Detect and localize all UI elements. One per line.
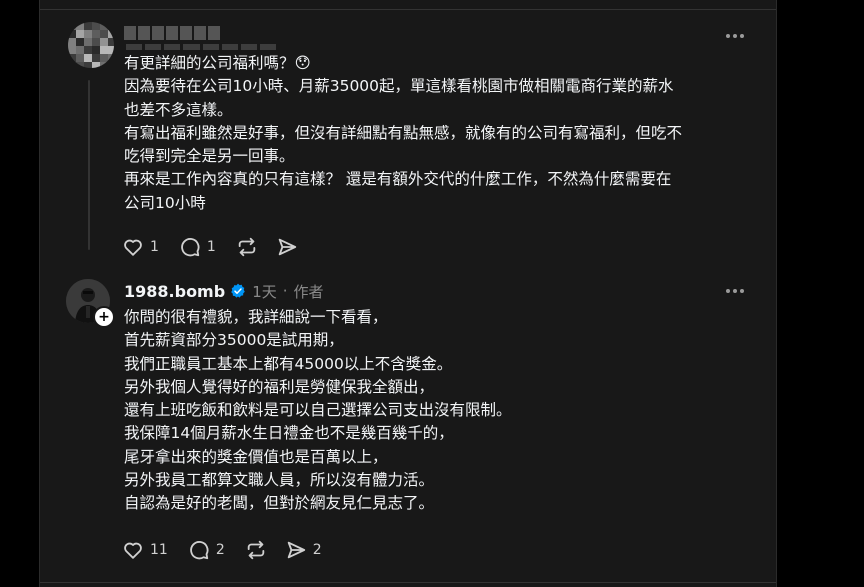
comment-line: 因為要待在公司10小時、月薪35000起，單這樣看桃園市做相關電商行業的薪水 [124, 77, 674, 96]
like-count: 1 [150, 239, 159, 255]
heart-icon [124, 542, 142, 559]
comment-line: 自認為是好的老闆，但對於網友見仁見志了。 [124, 494, 435, 513]
avatar-pixel [84, 38, 92, 46]
avatar-pixel [68, 46, 76, 54]
avatar-pixel [68, 62, 76, 68]
comment-icon [190, 541, 209, 560]
repost-button[interactable] [236, 236, 258, 258]
separator: · [282, 282, 288, 300]
comment-line: 有寫出福利雖然是好事，但沒有詳細點有點無感，就像有的公司有寫福利，但吃不 [124, 123, 683, 142]
share-icon [287, 541, 305, 559]
comment-line: 尾牙拿出來的獎金價值也是百萬以上， [124, 447, 388, 466]
action-bar: 1 1 [122, 236, 312, 258]
comment-line: 你問的很有禮貌，我詳細說一下看看， [124, 308, 388, 326]
avatar-pixel [92, 54, 100, 62]
like-count: 11 [150, 542, 168, 558]
avatar-pixel [100, 30, 108, 38]
share-count: 2 [312, 542, 322, 558]
thread-panel: 有更詳細的公司福利嗎？😯 因為要待在公司10小時、月薪35000起，單這樣看桃園… [39, 0, 777, 587]
share-button[interactable]: 2 [285, 539, 322, 561]
username[interactable]: 1988.bomb [124, 282, 225, 301]
avatar-pixel [68, 30, 76, 38]
share-button[interactable] [276, 236, 298, 258]
avatar-pixel [108, 46, 114, 54]
comment-icon [181, 238, 200, 257]
divider [40, 582, 776, 583]
comment-line: 另外我員工都算文職人員，所以沒有體力活。 [124, 471, 435, 490]
heart-icon [124, 239, 142, 256]
avatar-pixel [100, 62, 108, 68]
avatar-pixel [76, 62, 84, 68]
avatar-pixel [84, 62, 92, 68]
follow-plus-button[interactable]: + [93, 306, 115, 328]
avatar-pixel [68, 54, 76, 62]
avatar-pixel [108, 30, 114, 38]
avatar-pixel [92, 38, 100, 46]
avatar-pixel [108, 38, 114, 46]
more-icon[interactable] [726, 33, 748, 39]
reply-count: 1 [206, 239, 216, 255]
avatar-pixel [92, 22, 100, 30]
avatar-pixel [108, 62, 114, 68]
avatar-pixel [108, 22, 114, 30]
share-icon [278, 238, 297, 256]
comment-line: 公司10小時 [124, 193, 206, 212]
avatar-pixel [100, 38, 108, 46]
comment-line: 再來是工作內容真的只有這樣？ 還是有額外交代的什麼工作，不然為什麼需要在 [124, 170, 672, 189]
verified-badge-icon [231, 283, 245, 298]
comment-line: 我保障14個月薪水生日禮金也不是幾百幾千的， [124, 424, 454, 443]
comment-header: 1988.bomb 1天 · 作者 [124, 280, 324, 302]
repost-icon [247, 540, 264, 560]
avatar-pixel [108, 54, 114, 62]
action-bar: 11 2 2 [122, 539, 336, 561]
avatar-pixel [76, 54, 84, 62]
avatar-pixel [92, 62, 100, 68]
like-button[interactable]: 1 [122, 236, 159, 258]
avatar-pixel [100, 54, 108, 62]
divider [40, 9, 776, 10]
reply-button[interactable]: 1 [179, 236, 216, 258]
comment-body: 有更詳細的公司福利嗎？😯 因為要待在公司10小時、月薪35000起，單這樣看桃園… [124, 52, 682, 215]
repost-icon [238, 237, 256, 257]
author-label: 作者 [293, 282, 324, 301]
avatar-pixel [84, 46, 92, 54]
avatar-pixel [76, 46, 84, 54]
avatar[interactable] [68, 22, 114, 68]
username-blurred-meta [126, 44, 276, 50]
like-button[interactable]: 11 [122, 539, 168, 561]
repost-button[interactable] [245, 539, 267, 561]
avatar-pixel [76, 22, 84, 30]
more-icon[interactable] [726, 288, 748, 294]
comment-line: 還有上班吃飯和飲料是可以自己選擇公司支出沒有限制。 [124, 401, 512, 420]
avatar-pixel [76, 30, 84, 38]
avatar-pixel [100, 46, 108, 54]
avatar-pixel [92, 46, 100, 54]
avatar-pixel [84, 22, 92, 30]
reply-count: 2 [215, 542, 225, 558]
comment-line: 首先薪資部分35000是試用期， [124, 331, 344, 350]
avatar-pixel [84, 30, 92, 38]
avatar-pixel [68, 38, 76, 46]
avatar-pixel [92, 30, 100, 38]
avatar-pixel [76, 38, 84, 46]
comment-line: 也差不多這樣。 [124, 100, 233, 119]
avatar-pixel [100, 22, 108, 30]
comment-body: 你問的很有禮貌，我詳細說一下看看， 首先薪資部分35000是試用期， 我們正職員… [124, 306, 512, 516]
avatar-pixel [84, 54, 92, 62]
comment-line: 吃得到完全是另一回事。 [124, 147, 295, 166]
thread-line [88, 80, 90, 250]
comment-line: 我們正職員工基本上都有45000以上不含獎金。 [124, 354, 453, 373]
reply-button[interactable]: 2 [188, 539, 225, 561]
comment-line: 有更詳細的公司福利嗎？😯 [124, 54, 311, 72]
comment-line: 另外我個人覺得好的福利是勞健保我全額出， [124, 377, 435, 396]
username-blurred[interactable] [124, 26, 220, 40]
avatar-pixel [68, 22, 76, 30]
timestamp[interactable]: 1天 [252, 281, 277, 302]
